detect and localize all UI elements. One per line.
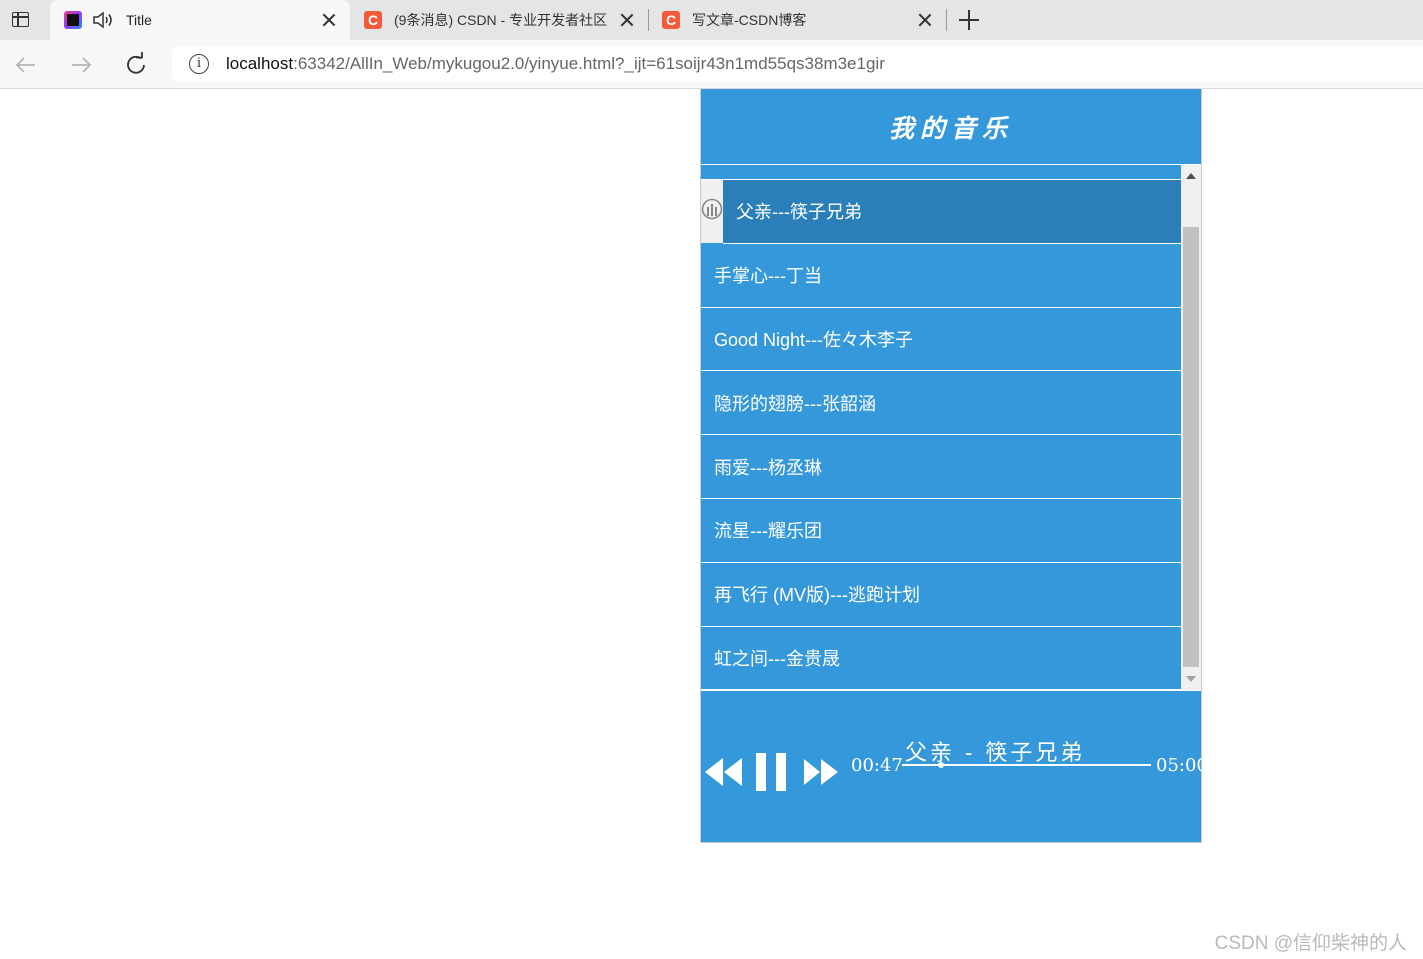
song-label: 父亲---筷子兄弟 bbox=[736, 202, 862, 223]
total-time: 05:00 bbox=[1156, 755, 1208, 776]
url-text[interactable]: localhost:63342/AllIn_Web/mykugou2.0/yin… bbox=[226, 54, 885, 74]
rewind-icon bbox=[705, 758, 742, 786]
reload-icon bbox=[127, 52, 145, 74]
close-tab-icon[interactable] bbox=[620, 13, 634, 27]
fast-forward-icon bbox=[804, 759, 838, 785]
scrollbar-thumb[interactable] bbox=[1183, 227, 1199, 667]
watermark: CSDN @信仰柴神的人 bbox=[1214, 933, 1407, 954]
song-label: 雨爱---杨丞琳 bbox=[714, 457, 822, 478]
song-label: 流星---耀乐团 bbox=[714, 521, 822, 542]
list-scrollbar[interactable] bbox=[1181, 165, 1201, 690]
scroll-down-arrow-icon[interactable] bbox=[1186, 676, 1196, 682]
scroll-up-arrow-icon[interactable] bbox=[1186, 173, 1196, 179]
music-player: 我的音乐 父亲---筷子兄弟 手掌心---丁当 Good Night---佐々木… bbox=[700, 89, 1208, 843]
csdn-icon: C bbox=[662, 11, 680, 29]
close-tab-icon[interactable] bbox=[918, 13, 932, 27]
arrow-left-icon bbox=[15, 57, 35, 73]
next-button[interactable] bbox=[803, 756, 839, 788]
song-item[interactable]: 隐形的翅膀---张韶涵 bbox=[701, 371, 1181, 436]
equalizer-icon bbox=[701, 198, 723, 220]
address-bar[interactable]: i localhost:63342/AllIn_Web/mykugou2.0/y… bbox=[172, 46, 1423, 82]
current-time: 00:47 bbox=[851, 755, 903, 776]
song-list-container: 父亲---筷子兄弟 手掌心---丁当 Good Night---佐々木李子 隐形… bbox=[701, 165, 1201, 690]
browser-tab-write-article[interactable]: C 写文章-CSDN博客 bbox=[648, 0, 946, 40]
close-tab-icon[interactable] bbox=[322, 13, 336, 27]
tab-actions-button[interactable] bbox=[8, 8, 34, 32]
forward-button[interactable] bbox=[66, 50, 96, 80]
url-path: :63342/AllIn_Web/mykugou2.0/yinyue.html?… bbox=[293, 54, 885, 73]
tab-title: 写文章-CSDN博客 bbox=[692, 12, 807, 28]
song-item[interactable]: 虹之间---金贵晟 bbox=[701, 627, 1181, 690]
song-list[interactable]: 父亲---筷子兄弟 手掌心---丁当 Good Night---佐々木李子 隐形… bbox=[701, 165, 1181, 690]
window-icon bbox=[12, 12, 29, 27]
now-playing-title: 父亲 - 筷子兄弟 bbox=[905, 741, 1086, 766]
tab-title: Title bbox=[126, 12, 152, 28]
info-icon[interactable]: i bbox=[189, 54, 209, 74]
page-title: 我的音乐 bbox=[888, 113, 1013, 143]
song-item[interactable]: 雨爱---杨丞琳 bbox=[701, 435, 1181, 499]
speaker-icon[interactable] bbox=[92, 11, 114, 29]
browser-tab-csdn[interactable]: C (9条消息) CSDN - 专业开发者社区 bbox=[350, 0, 648, 40]
browser-tab-title[interactable]: Title bbox=[50, 0, 350, 40]
song-item[interactable]: 手掌心---丁当 bbox=[701, 244, 1181, 308]
playback-controls: 00:47 父亲 - 筷子兄弟 05:00 bbox=[701, 690, 1208, 840]
player-header: 我的音乐 bbox=[701, 89, 1201, 165]
song-label: 隐形的翅膀---张韶涵 bbox=[714, 393, 876, 414]
playing-indicator bbox=[701, 180, 723, 243]
tab-title: (9条消息) CSDN - 专业开发者社区 bbox=[394, 12, 608, 28]
csdn-icon: C bbox=[364, 11, 382, 29]
browser-toolbar: i localhost:63342/AllIn_Web/mykugou2.0/y… bbox=[0, 40, 1423, 89]
pause-button[interactable] bbox=[755, 752, 787, 792]
song-item-playing[interactable]: 父亲---筷子兄弟 bbox=[701, 180, 1181, 244]
list-spacer bbox=[701, 165, 1181, 180]
tab-divider bbox=[946, 9, 947, 31]
progress-bar[interactable] bbox=[902, 762, 1151, 768]
song-item[interactable]: 再飞行 (MV版)---逃跑计划 bbox=[701, 563, 1181, 627]
song-item[interactable]: Good Night---佐々木李子 bbox=[701, 308, 1181, 372]
progress-handle[interactable] bbox=[938, 762, 945, 768]
url-host: localhost bbox=[226, 54, 294, 73]
song-label: 再飞行 (MV版)---逃跑计划 bbox=[714, 585, 920, 606]
back-button[interactable] bbox=[11, 50, 41, 80]
arrow-right-icon bbox=[72, 57, 92, 73]
song-label: 手掌心---丁当 bbox=[714, 266, 822, 287]
jetbrains-icon bbox=[64, 11, 82, 29]
new-tab-button[interactable] bbox=[958, 9, 980, 31]
previous-button[interactable] bbox=[703, 756, 743, 788]
song-label: 虹之间---金贵晟 bbox=[714, 648, 840, 669]
song-item[interactable]: 流星---耀乐团 bbox=[701, 499, 1181, 563]
browser-tab-strip: Title C (9条消息) CSDN - 专业开发者社区 C 写文章-CSDN… bbox=[0, 0, 1423, 40]
pause-icon bbox=[756, 753, 786, 791]
song-label: Good Night---佐々木李子 bbox=[714, 329, 914, 350]
reload-button[interactable] bbox=[121, 50, 151, 80]
